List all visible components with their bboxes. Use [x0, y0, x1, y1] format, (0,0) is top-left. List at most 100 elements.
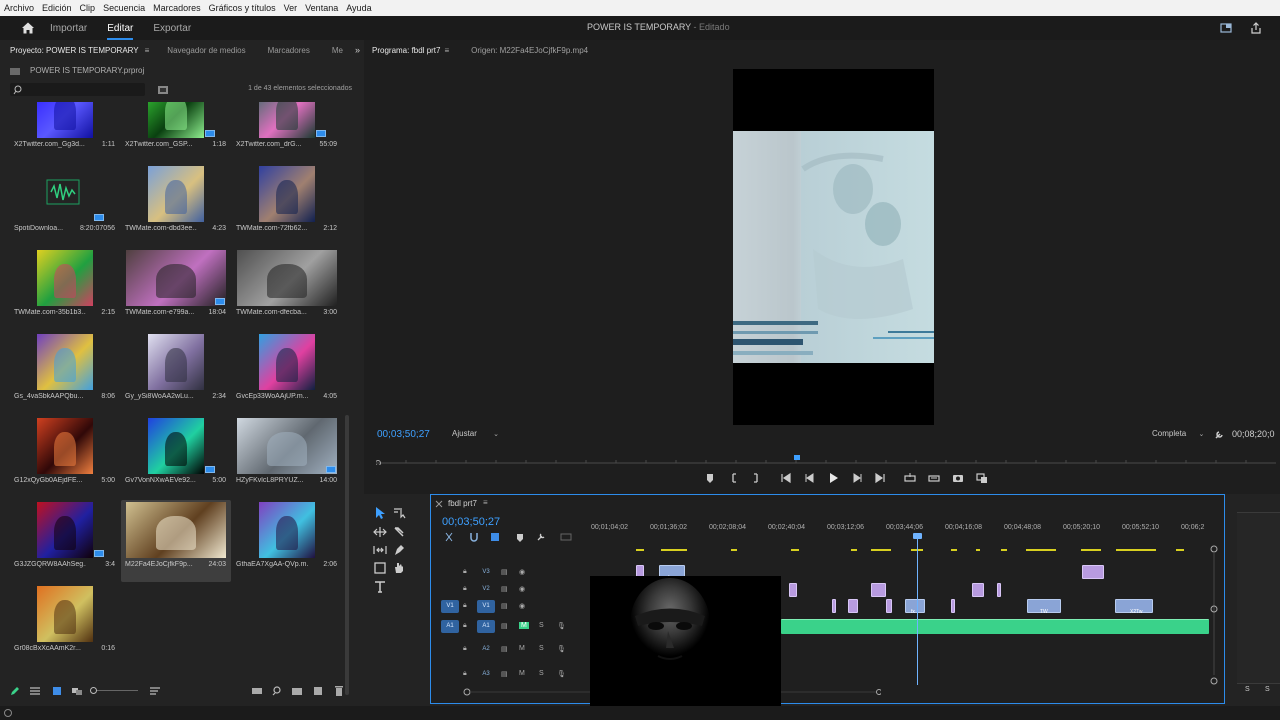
timeline-ruler[interactable]: 00;01;04;02 00;01;36;02 00;02;08;04 00;02;4… — [591, 524, 1216, 534]
zoom-slider[interactable] — [90, 687, 138, 694]
track-label[interactable]: A1 — [477, 620, 495, 633]
sync-lock-icon[interactable]: ▤ — [501, 585, 508, 593]
mute-button[interactable]: M — [519, 645, 525, 652]
vertical-zoom-scrollbar[interactable] — [1209, 543, 1219, 703]
track-label[interactable]: V2 — [477, 583, 495, 596]
workspaces-icon[interactable] — [1220, 21, 1232, 33]
sequence-menu-icon[interactable]: ≡ — [483, 498, 488, 507]
sync-lock-icon[interactable]: ▤ — [501, 622, 508, 630]
clip-v2[interactable] — [789, 583, 797, 597]
panel-menu-icon[interactable]: ≡ — [145, 46, 150, 55]
new-bin-footer-icon[interactable] — [292, 686, 302, 696]
menu-item-1[interactable]: Edición — [42, 3, 72, 13]
track-label[interactable]: V1 — [477, 600, 495, 613]
mark-in-icon[interactable] — [728, 472, 740, 484]
button-editor-icon[interactable] — [976, 472, 988, 484]
mute-button[interactable]: M — [519, 670, 525, 677]
clip-v1[interactable] — [951, 599, 955, 613]
track-label[interactable]: A2 — [477, 643, 495, 656]
media-item[interactable]: G3JZGQRW8AAhSeg... 3:4 — [10, 500, 120, 582]
find-icon[interactable] — [272, 686, 282, 696]
hand-tool-icon[interactable] — [392, 561, 406, 575]
rectangle-tool-icon[interactable] — [373, 561, 387, 575]
microphone-icon[interactable]: 🎙︎ — [557, 645, 566, 653]
workspace-tab-export[interactable]: Exportar — [153, 23, 191, 34]
audio-clip-a1[interactable] — [781, 619, 1209, 634]
new-bin-icon[interactable] — [158, 86, 168, 94]
meter-solo-label[interactable]: S — [1245, 686, 1250, 693]
go-to-out-icon[interactable] — [874, 472, 886, 484]
media-item[interactable]: SpotiDownloa... 8:20:07056 — [10, 164, 120, 246]
lock-icon[interactable]: 🔒︎ — [463, 670, 467, 678]
media-item[interactable]: TWMate.com-35b1b3... 2:15 — [10, 248, 120, 330]
media-item[interactable]: Gv7VonNXwAEVe92... 5:00 — [121, 416, 231, 498]
search-input[interactable] — [10, 83, 145, 96]
media-item[interactable]: GthaEA7XgAA-QVp.m... 2:06 — [232, 500, 342, 582]
go-to-in-icon[interactable] — [780, 472, 792, 484]
lift-icon[interactable] — [904, 472, 916, 484]
eye-icon[interactable]: ◉ — [519, 602, 525, 610]
meter-solo-label[interactable]: S — [1265, 686, 1270, 693]
media-item[interactable]: M22Fa4EJoCjfkF9p... 24:03 — [121, 500, 231, 582]
media-item[interactable]: TWMate.com-e799a... 18:04 — [121, 248, 231, 330]
zoom-fit-dropdown[interactable]: Ajustar ⌄ — [452, 429, 499, 438]
program-time-ruler[interactable] — [375, 452, 1276, 466]
solo-button[interactable]: S — [539, 670, 544, 677]
close-tab-icon[interactable] — [435, 500, 445, 508]
workspace-tab-edit[interactable]: Editar — [107, 23, 134, 40]
home-icon[interactable] — [21, 21, 35, 35]
clip-v1[interactable]: X2Tw — [1115, 599, 1153, 615]
project-scrollbar[interactable] — [345, 415, 349, 695]
sync-lock-icon[interactable]: ▤ — [501, 568, 508, 576]
clip-v2[interactable] — [871, 583, 886, 597]
razor-tool-icon[interactable] — [392, 525, 406, 539]
share-icon[interactable] — [1250, 21, 1262, 34]
solo-button[interactable]: S — [539, 645, 544, 652]
clip-v1[interactable]: TW — [1027, 599, 1061, 615]
selection-tool-icon[interactable] — [373, 506, 387, 520]
play-icon[interactable] — [827, 472, 839, 484]
tab-source[interactable]: Origen: M22Fa4EJoCjfkF9p.mp4 — [471, 46, 588, 55]
tab-media-browser[interactable]: Navegador de medios — [167, 46, 245, 55]
ripple-edit-tool-icon[interactable] — [373, 525, 387, 539]
tab-more[interactable]: Me — [332, 46, 343, 55]
track-select-tool-icon[interactable] — [392, 506, 406, 520]
media-item[interactable]: Gs_4vaSbkAAPQbu... 8:06 — [10, 332, 120, 414]
eye-icon[interactable]: ◉ — [519, 585, 525, 593]
media-item[interactable]: GvcEp33WoAAjUP.m... 4:05 — [232, 332, 342, 414]
mark-out-icon[interactable] — [750, 472, 762, 484]
type-tool-icon[interactable] — [373, 580, 387, 594]
automate-sequence-icon[interactable] — [252, 686, 262, 696]
track-label[interactable]: V3 — [477, 566, 495, 579]
pen-tool-icon[interactable] — [392, 543, 406, 557]
step-forward-icon[interactable] — [851, 472, 863, 484]
tab-markers[interactable]: Marcadores — [268, 46, 310, 55]
sequence-tab[interactable]: fbdl prt7 — [448, 499, 477, 508]
program-timecode[interactable]: 00;03;50;27 — [377, 429, 430, 440]
mute-button[interactable]: M — [519, 622, 529, 629]
menu-item-5[interactable]: Gráficos y títulos — [209, 3, 276, 13]
lock-icon[interactable]: 🔒︎ — [463, 602, 467, 610]
menu-item-4[interactable]: Marcadores — [153, 3, 201, 13]
wrench-icon[interactable] — [1214, 429, 1225, 440]
program-video-frame[interactable] — [733, 69, 934, 425]
clip-v1[interactable] — [848, 599, 858, 613]
track-label[interactable]: A3 — [477, 668, 495, 681]
media-item[interactable]: X2Twitter.com_drG... 55:09 — [232, 102, 342, 162]
clip-v1[interactable]: fx — [905, 599, 925, 615]
playback-resolution-dropdown[interactable]: Completa ⌄ — [1152, 429, 1204, 438]
playhead[interactable] — [913, 533, 922, 685]
media-item[interactable]: G12xQyGb0AEjdFE... 5:00 — [10, 416, 120, 498]
icon-view-icon[interactable] — [52, 686, 62, 696]
menu-item-2[interactable]: Clip — [80, 3, 96, 13]
microphone-icon[interactable]: 🎙︎ — [557, 622, 566, 630]
camera-icon[interactable] — [952, 472, 964, 484]
timeline-timecode[interactable]: 00;03;50;27 — [442, 516, 500, 528]
lock-icon[interactable]: 🔒︎ — [463, 568, 467, 576]
tab-program[interactable]: Programa: fbdl prt7 — [372, 46, 440, 55]
menu-item-0[interactable]: Archivo — [4, 3, 34, 13]
clip-v2[interactable] — [972, 583, 984, 597]
sync-lock-icon[interactable]: ▤ — [501, 670, 508, 678]
microphone-icon[interactable]: 🎙︎ — [557, 670, 566, 678]
media-item[interactable]: TWMate.com-72fb62... 2:12 — [232, 164, 342, 246]
